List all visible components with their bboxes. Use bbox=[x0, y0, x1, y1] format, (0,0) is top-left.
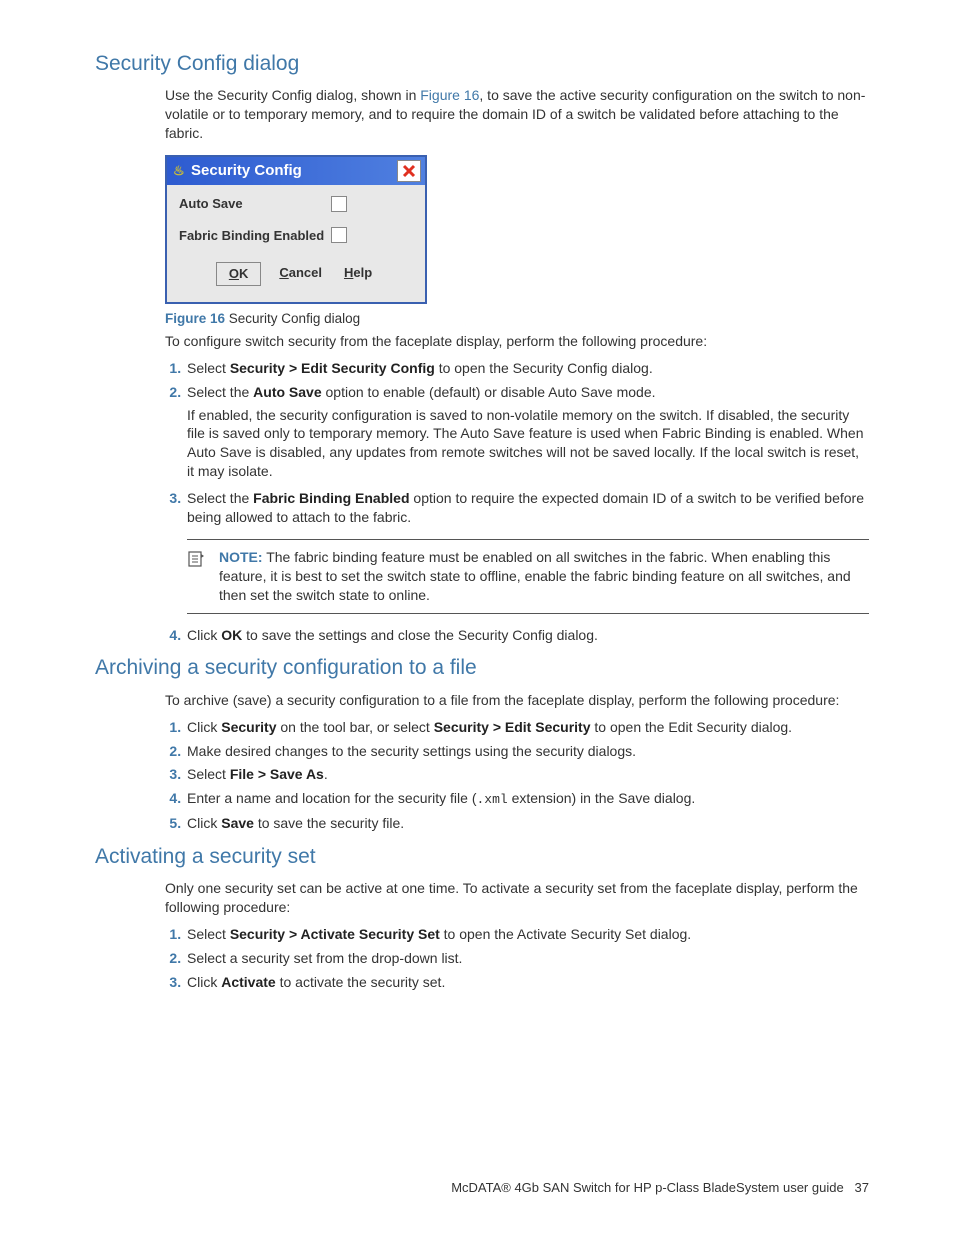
auto-save-checkbox[interactable] bbox=[331, 196, 347, 212]
cancel-button[interactable]: Cancel bbox=[275, 262, 326, 286]
activating-steps: Select Security > Activate Security Set … bbox=[165, 925, 869, 992]
page-footer: McDATA® 4Gb SAN Switch for HP p-Class Bl… bbox=[451, 1179, 869, 1197]
note-text: NOTE: The fabric binding feature must be… bbox=[219, 548, 869, 605]
ok-button[interactable]: OK bbox=[216, 262, 262, 286]
note-block: NOTE: The fabric binding feature must be… bbox=[187, 539, 869, 614]
text: Use the Security Config dialog, shown in bbox=[165, 87, 420, 103]
heading-archiving: Archiving a security configuration to a … bbox=[95, 654, 869, 682]
dialog-screenshot: ♨ Security Config Auto Save Fabric Bindi… bbox=[165, 155, 869, 304]
intro-paragraph: Use the Security Config dialog, shown in… bbox=[165, 86, 869, 143]
footer-text: McDATA® 4Gb SAN Switch for HP p-Class Bl… bbox=[451, 1180, 844, 1195]
procedure-intro: To configure switch security from the fa… bbox=[165, 332, 869, 351]
step-5: Click Save to save the security file. bbox=[185, 814, 869, 833]
step-2: Make desired changes to the security set… bbox=[185, 742, 869, 761]
step-2: Select the Auto Save option to enable (d… bbox=[185, 383, 869, 481]
step-1: Select Security > Edit Security Config t… bbox=[185, 359, 869, 378]
security-config-dialog: ♨ Security Config Auto Save Fabric Bindi… bbox=[165, 155, 427, 304]
step-2-detail: If enabled, the security configuration i… bbox=[187, 406, 869, 482]
activating-intro: Only one security set can be active at o… bbox=[165, 879, 869, 917]
help-button[interactable]: Help bbox=[340, 262, 376, 286]
figure-number: Figure 16 bbox=[165, 311, 225, 326]
page-number: 37 bbox=[855, 1180, 869, 1195]
heading-security-config-dialog: Security Config dialog bbox=[95, 50, 869, 78]
step-3: Select the Fabric Binding Enabled option… bbox=[185, 489, 869, 613]
step-4: Click OK to save the settings and close … bbox=[185, 626, 869, 645]
archiving-intro: To archive (save) a security configurati… bbox=[165, 691, 869, 710]
step-2: Select a security set from the drop-down… bbox=[185, 949, 869, 968]
figure-caption: Figure 16 Security Config dialog bbox=[165, 310, 869, 328]
figure-caption-text: Security Config dialog bbox=[225, 311, 360, 326]
close-icon bbox=[402, 164, 416, 178]
procedure-steps: Select Security > Edit Security Config t… bbox=[165, 359, 869, 645]
fabric-binding-label: Fabric Binding Enabled bbox=[179, 227, 331, 245]
step-3: Click Activate to activate the security … bbox=[185, 973, 869, 992]
auto-save-label: Auto Save bbox=[179, 195, 331, 213]
step-4: Enter a name and location for the securi… bbox=[185, 789, 869, 809]
figure-link[interactable]: Figure 16 bbox=[420, 87, 479, 103]
step-3: Select File > Save As. bbox=[185, 765, 869, 784]
fabric-binding-checkbox[interactable] bbox=[331, 227, 347, 243]
note-label: NOTE: bbox=[219, 549, 263, 565]
note-icon bbox=[187, 548, 205, 605]
dialog-title-text: Security Config bbox=[191, 161, 302, 181]
close-button[interactable] bbox=[397, 160, 421, 182]
heading-activating: Activating a security set bbox=[95, 843, 869, 871]
dialog-titlebar: ♨ Security Config bbox=[167, 157, 425, 185]
step-1: Select Security > Activate Security Set … bbox=[185, 925, 869, 944]
step-1: Click Security on the tool bar, or selec… bbox=[185, 718, 869, 737]
java-icon: ♨ bbox=[173, 164, 187, 178]
archiving-steps: Click Security on the tool bar, or selec… bbox=[165, 718, 869, 833]
